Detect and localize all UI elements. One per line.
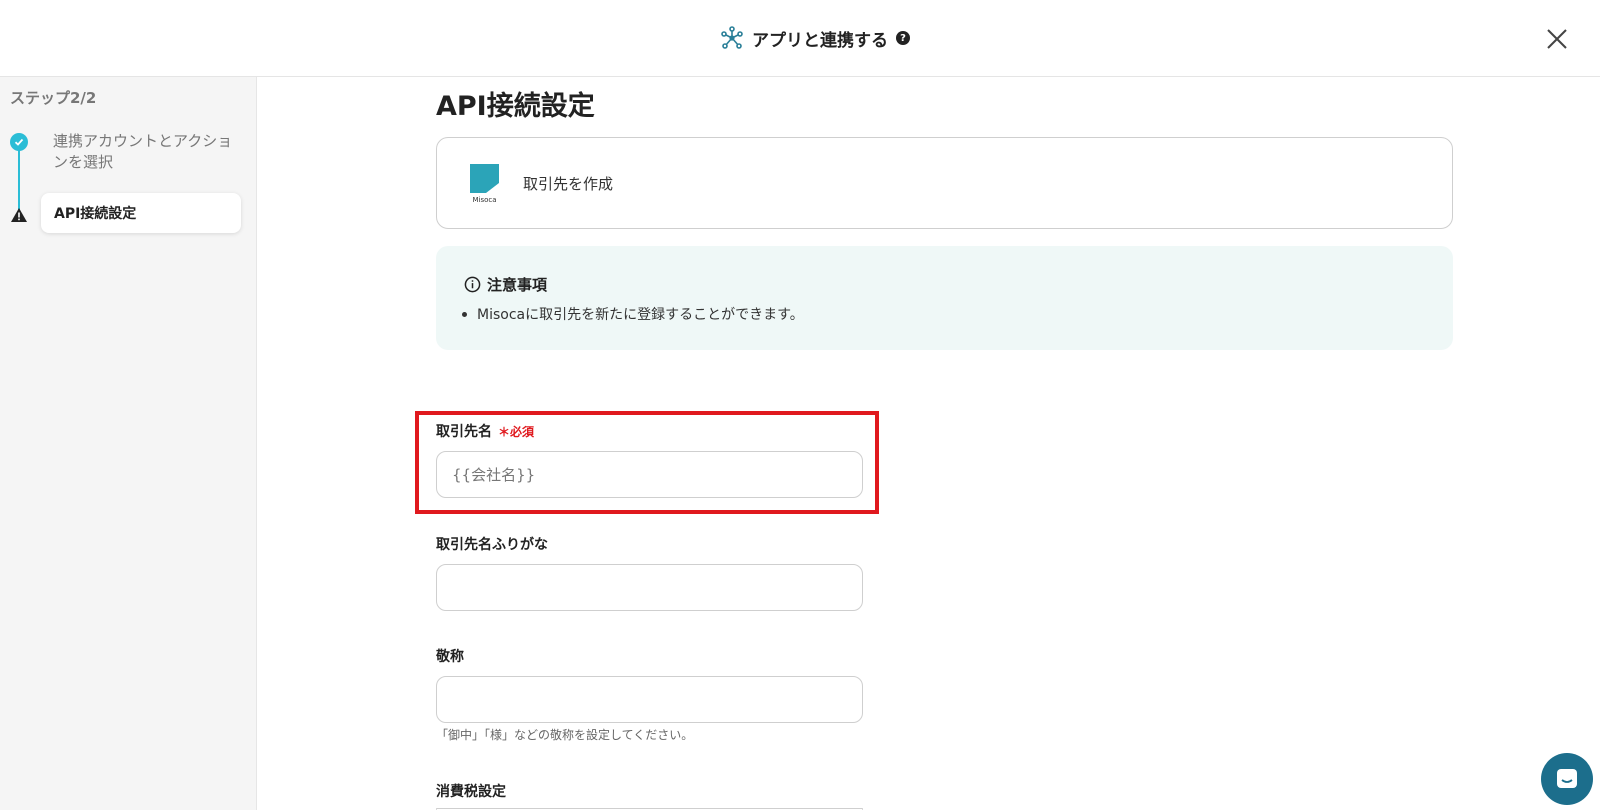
required-badge: ＊必須 (498, 425, 535, 439)
notice-header: 注意事項 (464, 274, 547, 295)
notice-title: 注意事項 (487, 276, 548, 294)
bullet-icon (462, 311, 467, 317)
steps-sidebar: ステップ2/2 連携アカウントとアクションを選択 API接続設定 (0, 77, 257, 810)
action-card: Misoca 取引先を作成 (436, 137, 1453, 229)
modal-title: アプリと連携する (752, 30, 888, 51)
page-title: API接続設定 (436, 91, 595, 122)
client-name-label: 取引先名 (436, 424, 492, 440)
field-label-honorific: 敬称 (436, 646, 464, 666)
notice-list-item: Misocaに取引先を新たに登録することができます。 (462, 304, 804, 324)
notice-item-text: Misocaに取引先を新たに登録することができます。 (477, 307, 804, 323)
step-counter: ステップ2/2 (10, 89, 97, 107)
chat-icon (1557, 769, 1577, 788)
info-icon (464, 276, 481, 293)
tax-label: 消費税設定 (436, 784, 506, 800)
warning-icon (11, 208, 27, 222)
header-title-group: アプリと連携する ? (720, 24, 910, 52)
svg-text:Misoca: Misoca (472, 196, 496, 204)
help-icon[interactable]: ? (896, 31, 910, 45)
chat-support-button[interactable] (1541, 753, 1593, 805)
honorific-label: 敬称 (436, 649, 464, 665)
client-name-input[interactable]: {{会社名}} (436, 451, 863, 498)
sidebar-step-select-account[interactable]: 連携アカウントとアクションを選択 (53, 131, 233, 173)
notice-box: 注意事項 Misocaに取引先を新たに登録することができます。 (436, 246, 1453, 350)
honorific-input[interactable] (436, 676, 863, 723)
check-icon (10, 133, 28, 151)
close-icon (1547, 29, 1567, 49)
action-name: 取引先を作成 (523, 175, 614, 193)
field-label-client-name: 取引先名 ＊必須 (436, 421, 534, 441)
modal-header: アプリと連携する ? (0, 0, 1600, 77)
honorific-hint: 「御中」「様」などの敬称を設定してください。 (436, 728, 694, 742)
field-label-client-kana: 取引先名ふりがな (436, 534, 548, 554)
sidebar-step-api-settings[interactable]: API接続設定 (41, 193, 241, 233)
client-kana-input[interactable] (436, 564, 863, 611)
client-kana-label: 取引先名ふりがな (436, 537, 548, 553)
network-icon (721, 26, 743, 49)
misoca-logo: Misoca (470, 164, 499, 204)
close-button[interactable] (1542, 24, 1572, 54)
field-label-tax: 消費税設定 (436, 781, 506, 801)
